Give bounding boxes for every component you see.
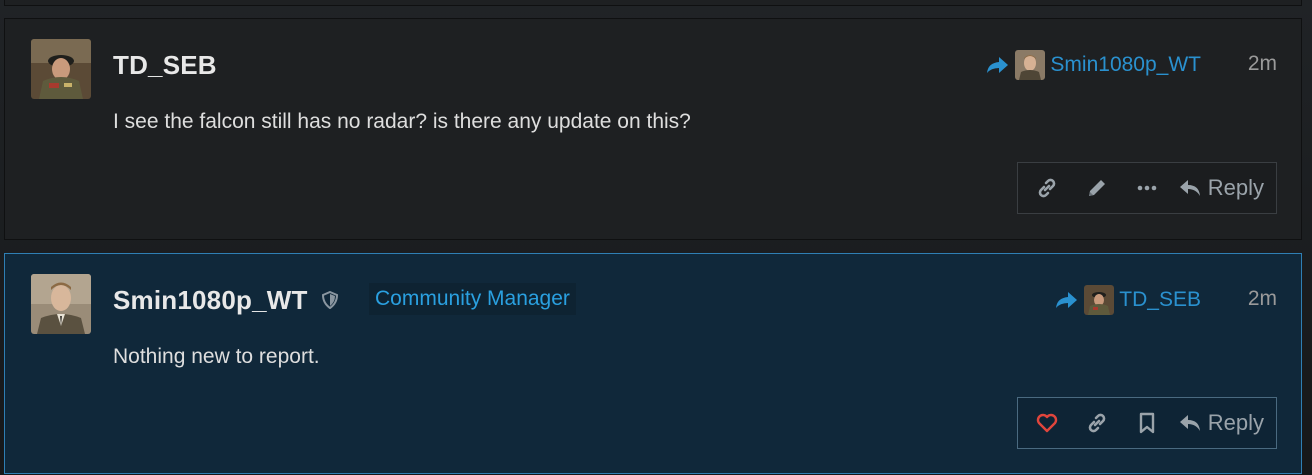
previous-post-edge [4, 0, 1302, 6]
copy-link-button[interactable] [1022, 168, 1072, 208]
reply-to-avatar [1015, 50, 1046, 80]
reply-to-indicator[interactable]: TD_SEB [1054, 284, 1201, 316]
ellipsis-icon [1137, 185, 1157, 191]
post-time[interactable]: 2m [1248, 52, 1277, 76]
post-actions: Reply [1017, 162, 1277, 214]
more-options-button[interactable] [1122, 168, 1172, 208]
link-icon [1038, 178, 1056, 198]
post-body: I see the falcon still has no radar? is … [113, 110, 691, 133]
reply-icon [1179, 415, 1200, 431]
like-button[interactable] [1022, 403, 1072, 443]
edit-button[interactable] [1072, 168, 1122, 208]
reply-arrow-icon [1056, 292, 1078, 308]
avatar[interactable] [31, 39, 91, 99]
reply-button[interactable]: Reply [1178, 175, 1264, 201]
reply-label: Reply [1207, 410, 1264, 435]
post-actions: Reply [1017, 397, 1277, 449]
reply-to-username: Smin1080p_WT [1050, 53, 1201, 76]
username[interactable]: TD_SEB [113, 50, 217, 81]
post-time[interactable]: 2m [1248, 287, 1277, 311]
reply-to-indicator[interactable]: Smin1080p_WT [985, 49, 1201, 81]
avatar[interactable] [31, 274, 91, 334]
copy-link-button[interactable] [1072, 403, 1122, 443]
moderator-shield-icon [322, 291, 338, 309]
reply-to-username: TD_SEB [1119, 288, 1201, 311]
post-td-seb: TD_SEB Smin1080p_WT 2m I see the falcon … [4, 18, 1302, 240]
post-body: Nothing new to report. [113, 345, 320, 368]
username[interactable]: Smin1080p_WT [113, 285, 308, 316]
reply-icon [1179, 180, 1200, 196]
pencil-icon [1088, 180, 1105, 196]
reply-button[interactable]: Reply [1178, 410, 1264, 436]
reply-label: Reply [1207, 175, 1264, 200]
reply-to-avatar [1084, 285, 1115, 315]
link-icon [1088, 413, 1106, 433]
heart-icon [1036, 413, 1057, 433]
post-smin1080p: Smin1080p_WT Community Manager TD_SEB 2m… [4, 253, 1302, 474]
user-title-flair: Community Manager [369, 283, 576, 315]
reply-arrow-icon [987, 57, 1009, 73]
bookmark-button[interactable] [1122, 403, 1172, 443]
bookmark-icon [1139, 412, 1154, 434]
